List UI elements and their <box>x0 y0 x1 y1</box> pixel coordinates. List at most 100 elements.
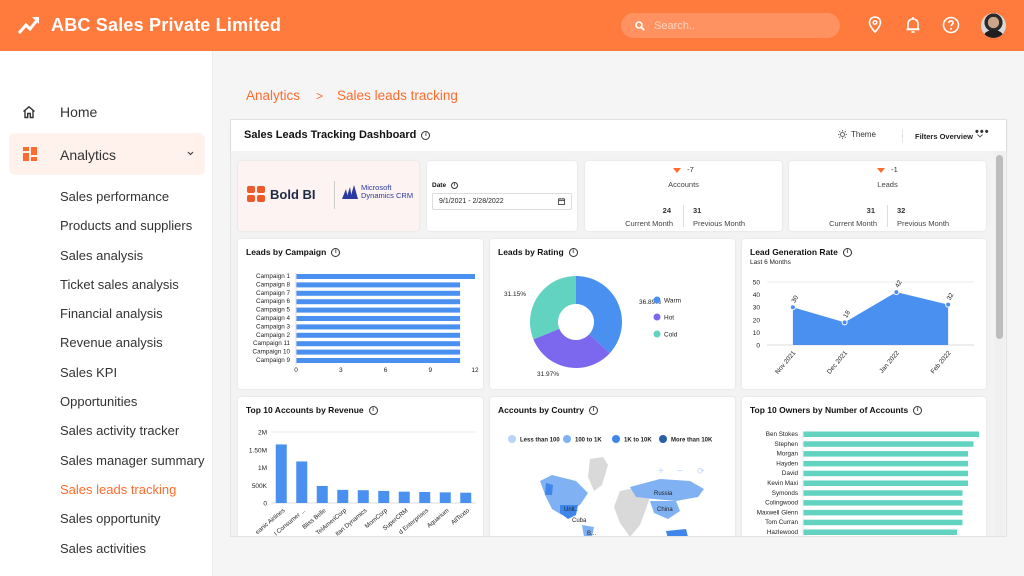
sidebar-subitem[interactable]: Sales analysis <box>60 247 205 276</box>
sidebar-subitem[interactable]: Sales activities <box>60 540 205 569</box>
bar-label: Campaign 9 <box>256 357 290 364</box>
search-box[interactable] <box>621 13 840 38</box>
x-tick-label: Jan 2022 <box>878 349 901 374</box>
chevron-down-icon[interactable] <box>187 151 194 156</box>
date-label-text: Date <box>432 182 447 190</box>
sidebar-subitem[interactable]: Financial analysis <box>60 305 205 334</box>
x-tick-label: Nov 2021 <box>774 349 797 375</box>
date-range-input[interactable]: 9/1/2021 - 2/28/2022 <box>432 193 572 210</box>
x-tick-label: Feb 2022 <box>930 349 953 375</box>
user-avatar[interactable] <box>981 13 1006 38</box>
kpi-delta: -7 <box>585 165 782 174</box>
bar <box>296 299 461 305</box>
location-pin-icon[interactable] <box>865 15 885 35</box>
x-tick-label: Dec 2021 <box>826 349 849 375</box>
bar <box>296 290 461 296</box>
dashboard-title-text: Sales Leads Tracking Dashboard <box>244 129 417 141</box>
calendar-icon[interactable] <box>558 198 565 205</box>
leads-by-rating-chart: 36.89%31.97%31.15%WarmHotCold <box>504 276 681 378</box>
bar-label: Hazlewood <box>767 529 799 536</box>
y-tick-label: 50 <box>753 280 761 287</box>
data-point <box>945 301 952 308</box>
sidebar-subitem[interactable]: Products and suppliers <box>60 217 205 246</box>
more-options-button[interactable]: ••• <box>975 126 990 138</box>
home-icon <box>23 105 35 119</box>
x-tick-label: 9 <box>428 367 432 374</box>
bold-bi-logo-icon <box>247 186 265 202</box>
bar-label: Hayden <box>776 460 798 467</box>
sidebar-subitem[interactable]: Revenue analysis <box>60 334 205 363</box>
donut-slice <box>530 276 576 340</box>
bar <box>803 519 963 526</box>
sidebar-subitem[interactable]: Sales performance <box>60 188 205 217</box>
lead-generation-rate-chart: 0 10 20 30 40 50 30 Nov 2021 18 Dec 2021 42 Jan 202… <box>753 279 974 376</box>
country-greenland <box>588 457 608 491</box>
sidebar-subitem-active[interactable]: Sales leads tracking <box>60 481 205 510</box>
map-country-label: Unit.. <box>564 507 578 513</box>
info-icon[interactable]: i <box>451 182 459 189</box>
sidebar-subitem[interactable]: Opportunities <box>60 393 205 422</box>
top-accounts-revenue-card: Top 10 Accounts by Revenue i 0 500K 1M 1.50M… <box>238 397 483 536</box>
bar <box>296 341 461 347</box>
slice-label: 31.97% <box>537 371 559 378</box>
sidebar-subitem[interactable]: Ticket sales analysis <box>60 276 205 305</box>
breadcrumb-parent[interactable]: Analytics <box>246 88 300 105</box>
bar <box>803 509 963 516</box>
country-australia <box>666 529 688 536</box>
kpi-current-value: 24 <box>662 206 671 215</box>
data-point <box>893 289 900 296</box>
legend-marker <box>659 435 667 443</box>
bar <box>296 461 308 503</box>
search-input[interactable] <box>654 19 824 32</box>
sidebar-subitem[interactable]: Sales KPI <box>60 364 205 393</box>
slice-label: 31.15% <box>504 291 526 298</box>
bar <box>439 492 451 503</box>
legend-label: 100 to 1K <box>575 438 602 444</box>
sidebar-item-home[interactable]: Home <box>0 99 213 125</box>
down-triangle-icon <box>877 167 886 173</box>
legend-label: 1K to 10K <box>624 438 652 444</box>
sidebar-item-analytics[interactable]: Analytics <box>9 133 205 175</box>
bar <box>296 332 461 338</box>
sidebar-subitem[interactable]: Sales activity tracker <box>60 422 205 451</box>
bar-label: Campaign 7 <box>256 290 290 297</box>
bar-label: Kevin Maxi <box>767 480 798 487</box>
bar-label: Campaign 1 <box>256 273 290 280</box>
y-tick-label: 1.50M <box>249 447 267 454</box>
filters-overview-dropdown[interactable]: Filters Overview <box>902 130 983 142</box>
data-label: 32 <box>946 292 956 302</box>
sidebar-subitem[interactable]: Sales manager summary <box>60 452 205 481</box>
data-label: 42 <box>894 279 904 289</box>
bar <box>803 480 968 486</box>
search-icon <box>635 20 645 31</box>
bar <box>296 358 461 363</box>
date-label: Date i <box>432 182 459 190</box>
breadcrumb-separator: > <box>316 89 324 103</box>
bar <box>296 324 461 330</box>
top-accounts-revenue-chart: 0500K1M1.50M2Meanic Airlinesl Consumer .… <box>249 430 476 536</box>
data-point <box>789 304 796 311</box>
kpi-divider <box>887 205 888 227</box>
sidebar-subitem[interactable]: Sales opportunity <box>60 510 205 539</box>
bar-label: Campaign 2 <box>256 332 290 339</box>
map-country-label: Russia <box>654 491 673 497</box>
bar <box>419 491 431 503</box>
bar <box>460 492 472 503</box>
scrollbar-thumb[interactable] <box>996 155 1003 339</box>
bar-label: Campaign 6 <box>256 298 290 305</box>
theme-button[interactable]: Theme <box>838 130 876 139</box>
y-tick-label: 0 <box>756 343 760 350</box>
info-icon[interactable]: i <box>421 130 431 140</box>
x-tick-label: 3 <box>339 367 343 374</box>
bar <box>337 489 349 503</box>
trending-up-icon <box>18 17 40 34</box>
data-label: 30 <box>791 294 801 304</box>
bar <box>803 441 974 447</box>
kpi-delta: -1 <box>789 165 986 174</box>
bell-icon[interactable] <box>903 15 923 35</box>
accounts-by-country-map[interactable]: Less than 100 100 to 1K 1K to 10K More than… <box>490 397 735 536</box>
country-alaska <box>545 483 553 495</box>
kpi-delta-value: -1 <box>891 165 898 174</box>
bar <box>803 460 968 467</box>
help-circle-icon[interactable] <box>941 15 961 35</box>
